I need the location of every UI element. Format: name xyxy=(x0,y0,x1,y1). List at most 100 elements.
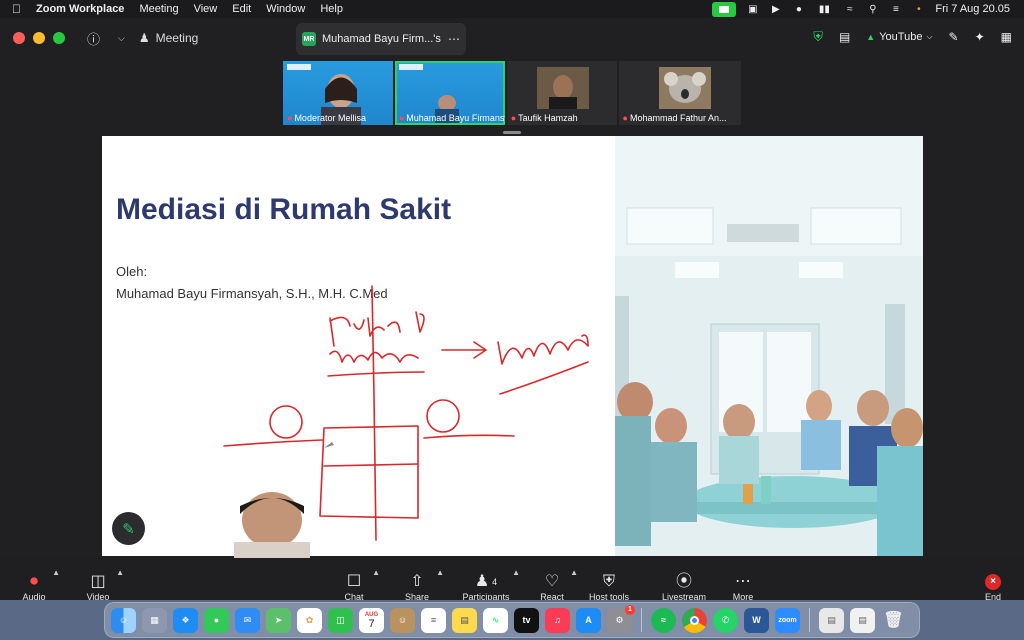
share-options-caret[interactable]: ▲ xyxy=(436,568,444,577)
fullscreen-window-button[interactable] xyxy=(53,32,65,44)
camera-icon: ◫ xyxy=(90,573,106,590)
participants-options-caret[interactable]: ▲ xyxy=(512,568,520,577)
word-icon[interactable]: W xyxy=(744,607,769,633)
safari-icon[interactable]: ❖ xyxy=(173,607,198,633)
zoom-window: ⓘ ⌵ ♟ Meeting MR Muhamad Bayu Firm...'s … xyxy=(0,18,1024,618)
slide-photo xyxy=(615,136,923,556)
appstore-icon[interactable]: A xyxy=(576,607,601,633)
shield-icon: ⛨ xyxy=(602,573,615,590)
participants-count: 4 xyxy=(492,577,498,587)
annotation-stroke xyxy=(423,434,515,439)
mic-indicator-icon: • xyxy=(917,3,921,15)
participant-name: Moderator Mellisa xyxy=(294,113,366,123)
whatsapp-icon[interactable]: ✆ xyxy=(713,607,738,633)
zoom-icon[interactable]: zoom xyxy=(775,607,800,633)
strip-resize-handle[interactable] xyxy=(503,131,521,134)
facetime-icon[interactable]: ◫ xyxy=(328,607,353,633)
participant-tile[interactable]: ● Taufik Hamzah xyxy=(506,61,617,125)
screen-share-tab[interactable]: MR Muhamad Bayu Firm...'s scre ⋯ xyxy=(296,23,466,55)
chevron-down-icon[interactable]: ⌵ xyxy=(118,33,125,44)
system-settings-icon[interactable]: ⚙ 1 xyxy=(607,604,635,633)
annotation-stroke xyxy=(426,399,460,433)
macos-dock: ☺ ▦ ❖ ● ✉ ➤ ✿ ◫ AUG 7 ☺ ≡ ▤ ∿ tv ♫ A ⚙ 1 … xyxy=(104,602,920,638)
pen-cursor-icon xyxy=(324,442,334,448)
youtube-stream-button[interactable]: ▲ YouTube ⌵ xyxy=(866,31,932,43)
messages-icon[interactable]: ● xyxy=(204,607,229,633)
youtube-label: YouTube xyxy=(879,31,923,43)
annotation-stroke xyxy=(327,371,425,377)
shield-icon[interactable]: ⛨ xyxy=(813,29,823,45)
menu-edit[interactable]: Edit xyxy=(232,3,251,15)
menu-help[interactable]: Help xyxy=(320,3,343,15)
mic-off-icon: ● xyxy=(622,113,628,123)
chat-icon: ☐ xyxy=(346,573,362,590)
react-options-caret[interactable]: ▲ xyxy=(570,568,578,577)
participant-tile[interactable]: ●Muhamad Bayu Firmansy... xyxy=(394,61,505,125)
photos-icon[interactable]: ✿ xyxy=(297,607,322,633)
maps-icon[interactable]: ➤ xyxy=(266,607,291,633)
participant-name: Muhamad Bayu Firmansy... xyxy=(406,113,505,123)
window-controls xyxy=(0,32,65,44)
grid-view-icon[interactable]: ▦ xyxy=(1001,30,1012,44)
reminders-icon[interactable]: ≡ xyxy=(421,607,446,633)
mic-off-icon: ● xyxy=(398,113,405,123)
appletv-label: tv xyxy=(522,615,531,625)
trash-icon[interactable]: 🗑 xyxy=(881,608,906,633)
titlebar-right-controls: ⛨ ▤ ▲ YouTube ⌵ ✎ ✦ ▦ xyxy=(813,29,1012,45)
control-center-icon[interactable]: ≡ xyxy=(889,4,902,15)
downloads-stack-icon[interactable]: ▤ xyxy=(819,607,844,633)
more-icon: ⋯ xyxy=(735,573,751,590)
menu-window[interactable]: Window xyxy=(266,3,305,15)
annotate-pen-button[interactable]: ✎ xyxy=(112,512,145,545)
appletv-icon[interactable]: tv xyxy=(514,607,539,633)
dock-separator xyxy=(809,608,810,632)
menubar-app-icon[interactable]: ▣ xyxy=(746,4,759,15)
minimize-window-button[interactable] xyxy=(33,32,45,44)
annotation-stroke xyxy=(319,425,419,519)
notification-badge: 1 xyxy=(625,604,635,615)
menu-meeting[interactable]: Meeting xyxy=(139,3,178,15)
recent-files-stack-icon[interactable]: ▤ xyxy=(850,607,875,633)
search-icon[interactable]: ⚲ xyxy=(866,4,879,15)
paw-icon[interactable]: ● xyxy=(792,4,805,15)
music-icon[interactable]: ♫ xyxy=(545,607,570,633)
chat-options-caret[interactable]: ▲ xyxy=(372,568,380,577)
mail-icon[interactable]: ✉ xyxy=(235,607,260,633)
battery-icon[interactable]: ▮▮ xyxy=(815,4,833,15)
apple-icon[interactable]:  xyxy=(12,2,21,16)
edit-icon[interactable]: ✎ xyxy=(949,30,959,44)
play-icon[interactable]: ▶ xyxy=(769,4,782,15)
notes-icon[interactable]: ▤ xyxy=(839,30,850,44)
participant-strip: ● Moderator Mellisa ● Muhamad Bayu Firmans… xyxy=(283,61,742,127)
meeting-menu-button[interactable]: ♟ Meeting xyxy=(139,31,198,45)
annotation-stroke xyxy=(499,361,589,395)
info-icon[interactable]: ⓘ xyxy=(87,29,100,48)
finder-icon[interactable]: ☺ xyxy=(111,607,136,633)
wifi-icon[interactable]: ≈ xyxy=(843,4,856,15)
chrome-icon[interactable] xyxy=(682,607,707,633)
freeform-icon[interactable]: ∿ xyxy=(483,607,508,633)
dock-separator xyxy=(641,608,642,632)
notes-icon[interactable]: ▤ xyxy=(452,607,477,633)
launchpad-icon[interactable]: ▦ xyxy=(142,607,167,633)
spotify-icon[interactable]: ≈ xyxy=(651,607,676,633)
menu-app-name[interactable]: Zoom Workplace xyxy=(36,3,124,15)
mic-off-icon: ● xyxy=(510,113,517,123)
menu-view[interactable]: View xyxy=(194,3,218,15)
close-window-button[interactable] xyxy=(13,32,25,44)
share-tab-label: Muhamad Bayu Firm...'s scre xyxy=(322,33,442,45)
calendar-icon[interactable]: AUG 7 xyxy=(359,607,384,633)
more-options-icon[interactable]: ⋯ xyxy=(448,32,460,46)
participant-tile[interactable]: ● Moderator Mellisa xyxy=(283,61,393,125)
audio-options-caret[interactable]: ▲ xyxy=(52,568,60,577)
video-options-caret[interactable]: ▲ xyxy=(116,568,124,577)
annotation-layer[interactable] xyxy=(102,136,615,556)
participant-name: Taufik Hamzah xyxy=(518,113,578,123)
participant-tile[interactable]: ● Mohammad Fathur An... xyxy=(618,61,742,125)
annotation-stroke xyxy=(441,341,487,359)
ai-companion-icon[interactable]: ✦ xyxy=(975,30,985,44)
menubar-clock[interactable]: Fri 7 Aug 20.05 xyxy=(935,3,1010,15)
contacts-icon[interactable]: ☺ xyxy=(390,607,415,633)
window-titlebar: ⓘ ⌵ ♟ Meeting MR Muhamad Bayu Firm...'s … xyxy=(0,18,1024,58)
zoom-status-icon[interactable] xyxy=(712,1,737,17)
